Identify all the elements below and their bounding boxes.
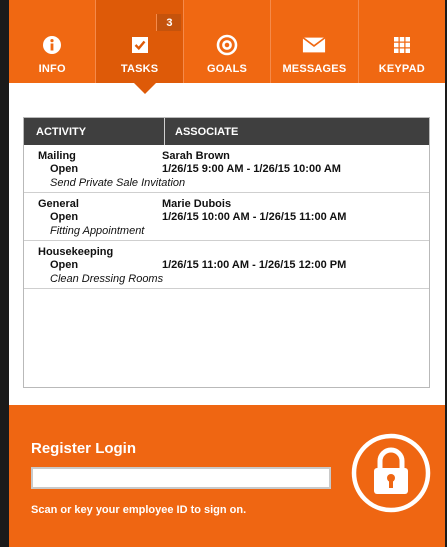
nav-tasks-label: TASKS [120,63,159,75]
nav-keypad-button[interactable]: KEYPAD [359,0,445,83]
column-header-activity[interactable]: ACTIVITY [24,118,165,145]
nav-keypad-label: KEYPAD [378,63,425,75]
nav-info-button[interactable]: INFO [9,0,97,83]
active-tab-pointer [134,83,156,94]
top-nav: INFO 3 TASKS GOALS MESSAGES KEYPAD [9,0,445,83]
column-header-associate[interactable]: ASSOCIATE [165,118,238,145]
app-frame: INFO 3 TASKS GOALS MESSAGES KEYPAD ACTIV… [9,0,445,547]
info-icon [40,33,64,57]
activity-time: 1/26/15 9:00 AM - 1/26/15 10:00 AM [162,163,341,176]
activity-type: Housekeeping [38,245,114,258]
activity-status: Open [50,163,79,176]
activity-time: 1/26/15 11:00 AM - 1/26/15 12:00 PM [162,259,347,272]
table-header: ACTIVITY ASSOCIATE [24,118,429,145]
table-row[interactable]: Housekeeping Open 1/26/15 11:00 AM - 1/2… [24,241,429,289]
register-login-panel: Register Login Scan or key your employee… [9,405,445,547]
register-login-hint: Scan or key your employee ID to sign on. [31,504,247,516]
nav-messages-button[interactable]: MESSAGES [271,0,359,83]
associate-name: Marie Dubois [162,197,232,210]
activity-description: Send Private Sale Invitation [50,176,186,189]
nav-goals-label: GOALS [206,63,248,75]
nav-tasks-button[interactable]: 3 TASKS [96,0,184,83]
activity-type: Mailing [38,149,76,162]
check-icon [128,33,152,57]
activity-status: Open [50,211,79,224]
employee-id-input[interactable] [31,467,331,489]
target-icon [215,33,239,57]
register-login-title: Register Login [31,440,137,457]
tasks-count-badge: 3 [156,14,182,31]
nav-messages-label: MESSAGES [282,63,347,75]
activity-description: Clean Dressing Rooms [50,272,164,285]
associate-name: Sarah Brown [162,149,230,162]
activity-time: 1/26/15 10:00 AM - 1/26/15 11:00 AM [162,211,347,224]
activity-status: Open [50,259,79,272]
keypad-icon [390,33,414,57]
nav-info-label: INFO [38,63,66,75]
activity-type: General [38,197,79,210]
activity-description: Fitting Appointment [50,224,145,237]
table-row[interactable]: Mailing Sarah Brown Open 1/26/15 9:00 AM… [24,145,429,193]
activity-table: ACTIVITY ASSOCIATE Mailing Sarah Brown O… [23,117,430,388]
table-row[interactable]: General Marie Dubois Open 1/26/15 10:00 … [24,193,429,241]
lock-icon[interactable] [350,432,432,514]
envelope-icon [302,33,326,57]
nav-goals-button[interactable]: GOALS [184,0,272,83]
